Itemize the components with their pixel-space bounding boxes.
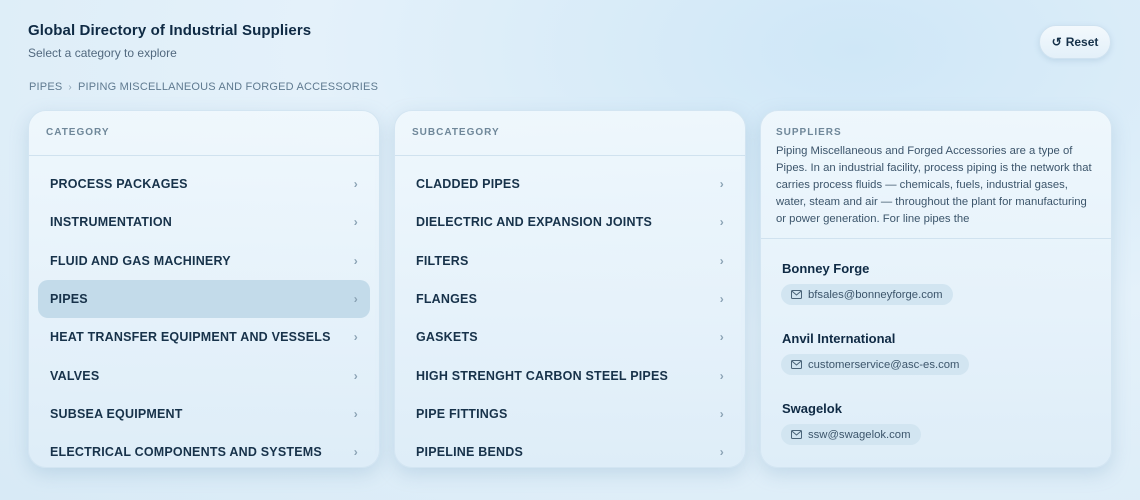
- category-item[interactable]: SUBSEA EQUIPMENT ›: [38, 395, 370, 433]
- page-header: Global Directory of Industrial Suppliers…: [28, 22, 311, 60]
- mail-icon: [791, 290, 802, 299]
- breadcrumb: PIPES › PIPING MISCELLANEOUS AND FORGED …: [29, 81, 378, 93]
- category-item-label: VALVES: [50, 368, 100, 383]
- category-item[interactable]: INSTRUMENTATION ›: [38, 203, 370, 241]
- supplier-name: Swagelok: [782, 401, 842, 416]
- category-item[interactable]: HEAT TRANSFER EQUIPMENT AND VESSELS ›: [38, 318, 370, 356]
- category-item-label: HEAT TRANSFER EQUIPMENT AND VESSELS: [50, 330, 331, 345]
- supplier-email: bfsales@bonneyforge.com: [808, 288, 943, 301]
- supplier-card: Anvil International customerservice@asc-e…: [761, 331, 1111, 375]
- chevron-right-icon: ›: [353, 445, 358, 460]
- chevron-right-icon: ›: [353, 292, 358, 307]
- category-panel-heading: CATEGORY: [29, 111, 379, 156]
- supplier-list: Bonney Forge bfsales@bonneyforge.com Anvil…: [761, 261, 1111, 445]
- breadcrumb-item-subcategory: PIPING MISCELLANEOUS AND FORGED ACCESSOR…: [77, 81, 379, 93]
- mail-icon: [791, 430, 802, 439]
- category-item[interactable]: VALVES ›: [38, 356, 370, 394]
- subcategory-item[interactable]: HIGH STRENGHT CARBON STEEL PIPES ›: [404, 356, 736, 394]
- subcategory-item[interactable]: FILTERS ›: [404, 242, 736, 280]
- subcategory-panel: SUBCATEGORY CLADDED PIPES › DIELECTRIC AND…: [394, 110, 746, 468]
- suppliers-header: SUPPLIERS Piping Miscellaneous and Forge…: [761, 111, 1111, 239]
- subcategory-item-label: PIPELINE BENDS: [416, 445, 523, 460]
- subcategory-description[interactable]: Piping Miscellaneous and Forged Accessor…: [776, 143, 1094, 229]
- page-subtitle: Select a category to explore: [28, 46, 177, 60]
- subcategory-panel-heading: SUBCATEGORY: [395, 111, 745, 156]
- chevron-right-icon: ›: [719, 177, 724, 192]
- chevron-right-icon: ›: [719, 330, 724, 345]
- supplier-email: customerservice@asc-es.com: [808, 358, 960, 371]
- chevron-right-icon: ›: [353, 330, 358, 345]
- chevron-right-icon: ›: [353, 215, 358, 230]
- subcategory-item-label: FLANGES: [416, 292, 478, 307]
- category-item-label: ELECTRICAL COMPONENTS AND SYSTEMS: [50, 445, 322, 460]
- category-list: PROCESS PACKAGES › INSTRUMENTATION › FLUID A…: [29, 156, 379, 467]
- supplier-email: ssw@swagelok.com: [808, 428, 911, 441]
- supplier-name: Anvil International: [782, 331, 896, 346]
- category-item[interactable]: ELECTRICAL COMPONENTS AND SYSTEMS ›: [38, 433, 370, 467]
- subcategory-item-label: CLADDED PIPES: [416, 177, 521, 192]
- chevron-right-icon: ›: [353, 368, 358, 383]
- chevron-right-icon: ›: [719, 406, 724, 421]
- supplier-card: Bonney Forge bfsales@bonneyforge.com: [761, 261, 1111, 305]
- chevron-right-icon: ›: [719, 368, 724, 383]
- page-title: Global Directory of Industrial Suppliers: [28, 22, 312, 39]
- chevron-right-icon: ›: [719, 445, 724, 460]
- subcategory-item[interactable]: FLANGES ›: [404, 280, 736, 318]
- subcategory-item[interactable]: GASKETS ›: [404, 318, 736, 356]
- subcategory-item[interactable]: PIPELINE BENDS ›: [404, 433, 736, 467]
- supplier-email-link[interactable]: bfsales@bonneyforge.com: [781, 284, 953, 305]
- chevron-right-icon: ›: [719, 292, 724, 307]
- breadcrumb-item-category[interactable]: PIPES: [29, 81, 62, 93]
- category-item-label: SUBSEA EQUIPMENT: [50, 406, 183, 421]
- category-item-label: INSTRUMENTATION: [50, 215, 172, 230]
- category-panel: CATEGORY PROCESS PACKAGES › INSTRUMENTATIO…: [28, 110, 380, 468]
- mail-icon: [791, 360, 802, 369]
- category-item[interactable]: FLUID AND GAS MACHINERY ›: [38, 242, 370, 280]
- suppliers-panel: SUPPLIERS Piping Miscellaneous and Forge…: [760, 110, 1112, 468]
- chevron-right-icon: ›: [719, 215, 724, 230]
- subcategory-item-label: PIPE FITTINGS: [416, 406, 508, 421]
- category-item-label: PROCESS PACKAGES: [50, 177, 188, 192]
- chevron-right-icon: ›: [353, 406, 358, 421]
- chevron-right-icon: ›: [353, 177, 358, 192]
- breadcrumb-separator-icon: ›: [68, 81, 72, 93]
- suppliers-panel-heading: SUPPLIERS: [776, 127, 842, 138]
- category-item[interactable]: PROCESS PACKAGES ›: [38, 165, 370, 203]
- supplier-name: Bonney Forge: [782, 261, 870, 276]
- reset-button-label: Reset: [1065, 35, 1099, 49]
- reset-button[interactable]: ↺ Reset: [1039, 25, 1111, 59]
- chevron-right-icon: ›: [353, 253, 358, 268]
- subcategory-item-label: DIELECTRIC AND EXPANSION JOINTS: [416, 215, 653, 230]
- subcategory-item-label: HIGH STRENGHT CARBON STEEL PIPES: [416, 368, 669, 383]
- supplier-email-link[interactable]: customerservice@asc-es.com: [781, 354, 970, 375]
- category-item-label: FLUID AND GAS MACHINERY: [50, 253, 231, 268]
- supplier-card: Swagelok ssw@swagelok.com: [761, 401, 1111, 445]
- subcategory-item[interactable]: CLADDED PIPES ›: [404, 165, 736, 203]
- subcategory-item[interactable]: DIELECTRIC AND EXPANSION JOINTS ›: [404, 203, 736, 241]
- supplier-email-link[interactable]: ssw@swagelok.com: [781, 424, 921, 445]
- subcategory-item-label: FILTERS: [416, 253, 469, 268]
- subcategory-list: CLADDED PIPES › DIELECTRIC AND EXPANSION J…: [395, 156, 745, 467]
- category-item[interactable]: PIPES ›: [38, 279, 370, 319]
- subcategory-item[interactable]: PIPE FITTINGS ›: [404, 395, 736, 433]
- chevron-right-icon: ›: [719, 253, 724, 268]
- subcategory-item-label: GASKETS: [416, 330, 478, 345]
- category-item-label: PIPES: [50, 292, 88, 307]
- refresh-icon: ↺: [1051, 35, 1062, 49]
